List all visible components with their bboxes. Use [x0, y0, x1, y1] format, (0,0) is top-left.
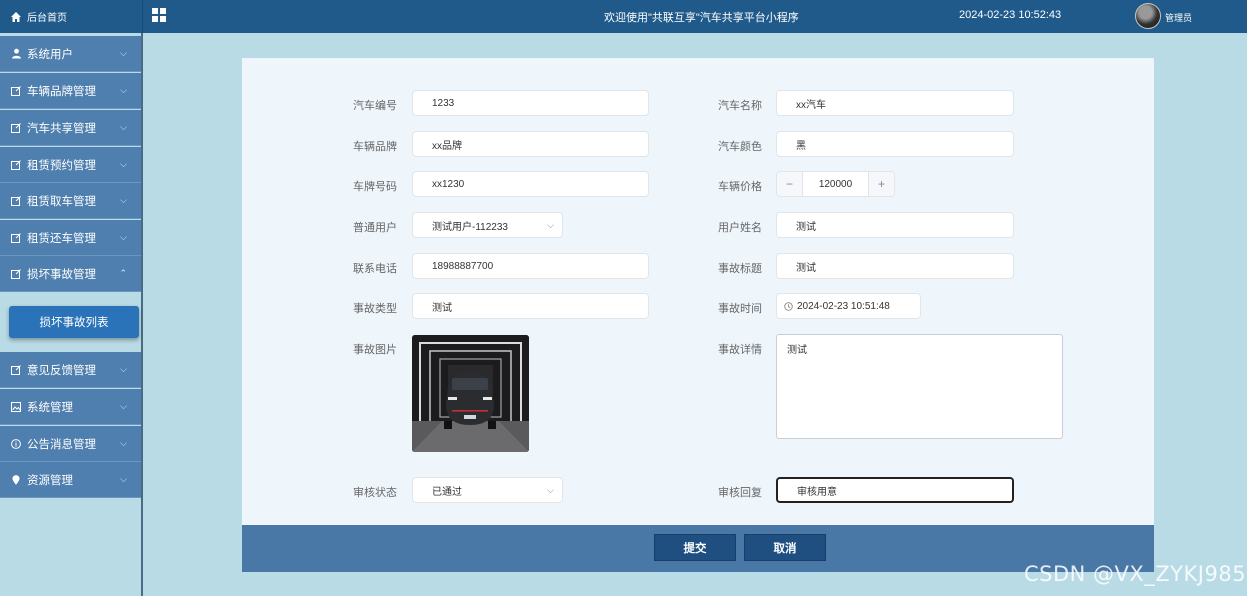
accident-time-value: 2024-02-23 10:51:48 [797, 300, 890, 312]
sidebar-subitem-accident-list[interactable]: 损坏事故列表 [9, 306, 139, 338]
plate-label: 车牌号码 [353, 181, 397, 193]
increment-button[interactable]: + [868, 172, 894, 196]
accident-type-label: 事故类型 [353, 303, 397, 315]
user-select-value: 测试用户-112233 [432, 221, 508, 233]
home-icon [11, 11, 21, 22]
accident-time-picker[interactable]: 2024-02-23 10:51:48 [776, 293, 921, 319]
sidebar-item-system-admin[interactable]: 系统管理 ⌵ [0, 389, 141, 425]
edit-icon [10, 364, 22, 376]
sidebar-item-label: 汽车共享管理 [27, 122, 96, 135]
accident-title-field[interactable]: 测试 [776, 253, 1014, 279]
edit-icon [10, 195, 22, 207]
pin-icon [10, 474, 22, 486]
accident-type-field[interactable]: 测试 [412, 293, 649, 319]
review-reply-label: 审核回复 [718, 487, 762, 499]
cancel-button[interactable]: 取消 [744, 534, 826, 561]
edit-icon [10, 159, 22, 171]
accident-detail-label: 事故详情 [718, 344, 762, 356]
edit-icon [10, 122, 22, 134]
chevron-down-icon: ⌵ [120, 195, 127, 205]
chevron-down-icon: ⌵ [120, 48, 127, 58]
user-label[interactable]: 管理员 [1165, 11, 1192, 24]
user-name-field[interactable]: 测试 [776, 212, 1014, 238]
edit-icon [10, 268, 22, 280]
sidebar-item-resource[interactable]: 资源管理 ⌵ [0, 462, 141, 498]
phone-field[interactable]: 18988887700 [412, 253, 649, 279]
chevron-down-icon: ⌵ [547, 220, 554, 230]
edit-icon [10, 232, 22, 244]
review-reply-field[interactable]: 审核用意 [776, 477, 1014, 503]
home-label: 后台首页 [27, 13, 67, 24]
sidebar-item-label: 损坏事故管理 [27, 268, 96, 281]
sidebar-item-label: 租赁取车管理 [27, 195, 96, 208]
chevron-down-icon: ⌵ [120, 122, 127, 132]
submit-button[interactable]: 提交 [654, 534, 736, 561]
chevron-down-icon: ⌵ [120, 401, 127, 411]
brand-field[interactable]: xx品牌 [412, 131, 649, 157]
car-name-label: 汽车名称 [718, 100, 762, 112]
home-link[interactable]: 后台首页 [0, 0, 143, 33]
sidebar-item-label: 资源管理 [27, 474, 73, 487]
watermark: CSDN @VX_ZYKJ985 [1024, 562, 1247, 586]
color-field[interactable]: 黑 [776, 131, 1014, 157]
sidebar-item-rental-pickup[interactable]: 租赁取车管理 ⌵ [0, 183, 141, 219]
price-label: 车辆价格 [718, 181, 762, 193]
chevron-down-icon: ⌵ [120, 232, 127, 242]
chevron-down-icon: ⌵ [120, 85, 127, 95]
edit-icon [10, 85, 22, 97]
plate-field[interactable]: xx1230 [412, 171, 649, 197]
car-name-field[interactable]: xx汽车 [776, 90, 1014, 116]
datetime-display: 2024-02-23 10:52:43 [959, 9, 1062, 21]
chevron-up-icon: ⌃ [119, 268, 127, 278]
review-status-label: 审核状态 [353, 487, 397, 499]
sidebar-item-rental-booking[interactable]: 租赁预约管理 ⌵ [0, 147, 141, 183]
sidebar-item-label: 系统管理 [27, 401, 73, 414]
sidebar-item-label: 租赁还车管理 [27, 232, 96, 245]
price-value[interactable]: 120000 [803, 172, 868, 196]
sidebar-item-label: 车辆品牌管理 [27, 85, 96, 98]
sidebar-item-car-share[interactable]: 汽车共享管理 ⌵ [0, 110, 141, 146]
car-no-label: 汽车编号 [353, 100, 397, 112]
sidebar-item-feedback[interactable]: 意见反馈管理 ⌵ [0, 352, 141, 388]
user-select-label: 普通用户 [353, 222, 397, 234]
car-photo-image [412, 335, 529, 452]
sidebar-item-label: 租赁预约管理 [27, 159, 96, 172]
car-no-field[interactable]: 1233 [412, 90, 649, 116]
chevron-down-icon: ⌵ [547, 485, 554, 495]
chevron-down-icon: ⌵ [120, 438, 127, 448]
clock-icon [784, 301, 793, 311]
sidebar-item-rental-return[interactable]: 租赁还车管理 ⌵ [0, 220, 141, 256]
user-icon [10, 48, 22, 60]
sidebar-item-label: 意见反馈管理 [27, 364, 96, 377]
price-stepper[interactable]: − 120000 + [776, 171, 895, 197]
review-status-value: 已通过 [432, 486, 462, 498]
image-icon [10, 401, 22, 413]
decrement-button[interactable]: − [777, 172, 803, 196]
grid-menu-icon[interactable] [152, 8, 166, 22]
accident-time-label: 事故时间 [718, 303, 762, 315]
sidebar-item-accident[interactable]: 损坏事故管理 ⌃ [0, 256, 141, 292]
accident-title-label: 事故标题 [718, 263, 762, 275]
form-panel [242, 58, 1154, 525]
sidebar-item-announcement[interactable]: 公告消息管理 ⌵ [0, 426, 141, 462]
color-label: 汽车颜色 [718, 141, 762, 153]
accident-photo[interactable] [412, 335, 529, 452]
sidebar-item-system-users[interactable]: 系统用户 ⌵ [0, 36, 141, 72]
accident-image-label: 事故图片 [353, 344, 397, 356]
chevron-down-icon: ⌵ [120, 474, 127, 484]
brand-label: 车辆品牌 [353, 141, 397, 153]
avatar[interactable] [1135, 3, 1161, 29]
phone-label: 联系电话 [353, 263, 397, 275]
info-icon [10, 438, 22, 450]
accident-detail-textarea[interactable]: 测试 [776, 334, 1063, 439]
chevron-down-icon: ⌵ [120, 159, 127, 169]
chevron-down-icon: ⌵ [120, 364, 127, 374]
sidebar-item-label: 公告消息管理 [27, 438, 96, 451]
welcome-text: 欢迎使用"共联互享"汽车共享平台小程序 [604, 12, 799, 24]
user-name-label: 用户姓名 [718, 222, 762, 234]
sidebar-item-label: 系统用户 [27, 48, 73, 61]
review-status-select[interactable]: 已通过 ⌵ [412, 477, 563, 503]
sidebar-item-brand[interactable]: 车辆品牌管理 ⌵ [0, 73, 141, 109]
user-select[interactable]: 测试用户-112233 ⌵ [412, 212, 563, 238]
